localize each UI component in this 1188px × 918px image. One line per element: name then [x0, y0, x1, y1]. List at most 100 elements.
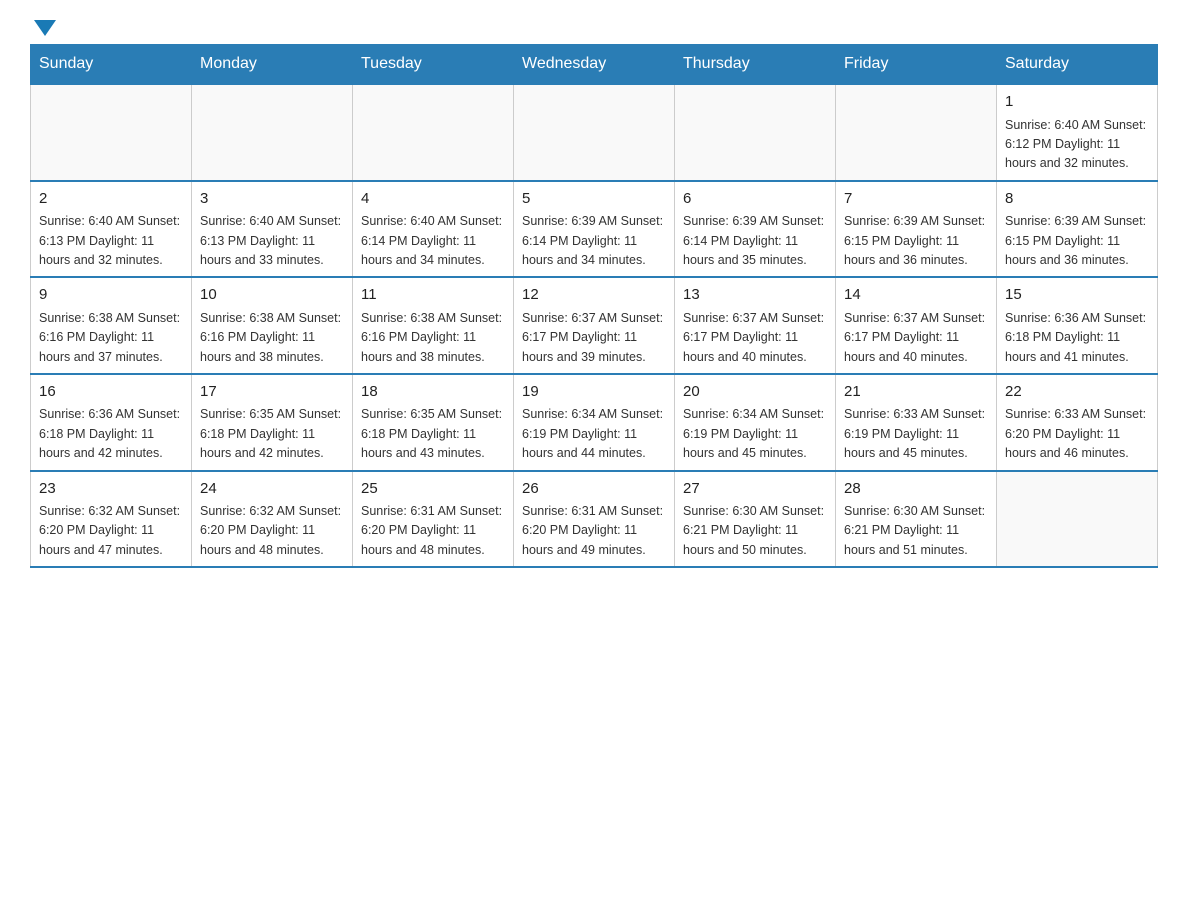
day-number: 12 [522, 284, 666, 307]
calendar-cell: 2Sunrise: 6:40 AM Sunset: 6:13 PM Daylig… [31, 181, 192, 278]
day-info: Sunrise: 6:32 AM Sunset: 6:20 PM Dayligh… [200, 502, 344, 560]
day-info: Sunrise: 6:36 AM Sunset: 6:18 PM Dayligh… [39, 405, 183, 463]
calendar-cell: 11Sunrise: 6:38 AM Sunset: 6:16 PM Dayli… [353, 277, 514, 374]
calendar-cell: 5Sunrise: 6:39 AM Sunset: 6:14 PM Daylig… [514, 181, 675, 278]
day-number: 3 [200, 188, 344, 211]
calendar-table: SundayMondayTuesdayWednesdayThursdayFrid… [30, 44, 1158, 568]
day-info: Sunrise: 6:30 AM Sunset: 6:21 PM Dayligh… [683, 502, 827, 560]
calendar-cell: 24Sunrise: 6:32 AM Sunset: 6:20 PM Dayli… [192, 471, 353, 568]
day-info: Sunrise: 6:37 AM Sunset: 6:17 PM Dayligh… [683, 309, 827, 367]
day-of-week-header: Sunday [31, 45, 192, 85]
calendar-cell: 16Sunrise: 6:36 AM Sunset: 6:18 PM Dayli… [31, 374, 192, 471]
calendar-cell: 8Sunrise: 6:39 AM Sunset: 6:15 PM Daylig… [997, 181, 1158, 278]
day-of-week-header: Thursday [675, 45, 836, 85]
day-number: 16 [39, 381, 183, 404]
day-number: 24 [200, 478, 344, 501]
day-info: Sunrise: 6:35 AM Sunset: 6:18 PM Dayligh… [200, 405, 344, 463]
day-number: 17 [200, 381, 344, 404]
day-info: Sunrise: 6:40 AM Sunset: 6:13 PM Dayligh… [200, 212, 344, 270]
day-number: 21 [844, 381, 988, 404]
day-number: 4 [361, 188, 505, 211]
day-number: 6 [683, 188, 827, 211]
day-info: Sunrise: 6:35 AM Sunset: 6:18 PM Dayligh… [361, 405, 505, 463]
calendar-cell [192, 84, 353, 181]
calendar-cell: 7Sunrise: 6:39 AM Sunset: 6:15 PM Daylig… [836, 181, 997, 278]
calendar-cell [836, 84, 997, 181]
calendar-cell: 27Sunrise: 6:30 AM Sunset: 6:21 PM Dayli… [675, 471, 836, 568]
calendar-cell: 17Sunrise: 6:35 AM Sunset: 6:18 PM Dayli… [192, 374, 353, 471]
calendar-cell: 21Sunrise: 6:33 AM Sunset: 6:19 PM Dayli… [836, 374, 997, 471]
calendar-cell: 13Sunrise: 6:37 AM Sunset: 6:17 PM Dayli… [675, 277, 836, 374]
calendar-week-row: 1Sunrise: 6:40 AM Sunset: 6:12 PM Daylig… [31, 84, 1158, 181]
day-number: 28 [844, 478, 988, 501]
day-info: Sunrise: 6:34 AM Sunset: 6:19 PM Dayligh… [522, 405, 666, 463]
day-info: Sunrise: 6:39 AM Sunset: 6:15 PM Dayligh… [844, 212, 988, 270]
day-info: Sunrise: 6:37 AM Sunset: 6:17 PM Dayligh… [844, 309, 988, 367]
calendar-cell [675, 84, 836, 181]
day-number: 9 [39, 284, 183, 307]
calendar-cell [514, 84, 675, 181]
calendar-header-row: SundayMondayTuesdayWednesdayThursdayFrid… [31, 45, 1158, 85]
day-of-week-header: Saturday [997, 45, 1158, 85]
calendar-week-row: 9Sunrise: 6:38 AM Sunset: 6:16 PM Daylig… [31, 277, 1158, 374]
day-info: Sunrise: 6:34 AM Sunset: 6:19 PM Dayligh… [683, 405, 827, 463]
calendar-cell: 9Sunrise: 6:38 AM Sunset: 6:16 PM Daylig… [31, 277, 192, 374]
day-number: 26 [522, 478, 666, 501]
calendar-cell: 23Sunrise: 6:32 AM Sunset: 6:20 PM Dayli… [31, 471, 192, 568]
calendar-cell [31, 84, 192, 181]
day-info: Sunrise: 6:38 AM Sunset: 6:16 PM Dayligh… [39, 309, 183, 367]
day-number: 1 [1005, 91, 1149, 114]
day-number: 2 [39, 188, 183, 211]
calendar-cell: 6Sunrise: 6:39 AM Sunset: 6:14 PM Daylig… [675, 181, 836, 278]
logo-triangle-icon [34, 20, 56, 36]
calendar-week-row: 23Sunrise: 6:32 AM Sunset: 6:20 PM Dayli… [31, 471, 1158, 568]
calendar-cell: 1Sunrise: 6:40 AM Sunset: 6:12 PM Daylig… [997, 84, 1158, 181]
day-of-week-header: Tuesday [353, 45, 514, 85]
calendar-cell [997, 471, 1158, 568]
day-number: 20 [683, 381, 827, 404]
calendar-cell: 4Sunrise: 6:40 AM Sunset: 6:14 PM Daylig… [353, 181, 514, 278]
calendar-cell: 18Sunrise: 6:35 AM Sunset: 6:18 PM Dayli… [353, 374, 514, 471]
page-header [30, 20, 1158, 34]
day-info: Sunrise: 6:40 AM Sunset: 6:14 PM Dayligh… [361, 212, 505, 270]
calendar-cell: 15Sunrise: 6:36 AM Sunset: 6:18 PM Dayli… [997, 277, 1158, 374]
logo [30, 20, 56, 34]
day-info: Sunrise: 6:38 AM Sunset: 6:16 PM Dayligh… [200, 309, 344, 367]
day-info: Sunrise: 6:31 AM Sunset: 6:20 PM Dayligh… [361, 502, 505, 560]
calendar-cell [353, 84, 514, 181]
day-number: 8 [1005, 188, 1149, 211]
day-of-week-header: Wednesday [514, 45, 675, 85]
calendar-cell: 25Sunrise: 6:31 AM Sunset: 6:20 PM Dayli… [353, 471, 514, 568]
day-number: 7 [844, 188, 988, 211]
day-number: 10 [200, 284, 344, 307]
calendar-cell: 19Sunrise: 6:34 AM Sunset: 6:19 PM Dayli… [514, 374, 675, 471]
day-number: 18 [361, 381, 505, 404]
day-info: Sunrise: 6:31 AM Sunset: 6:20 PM Dayligh… [522, 502, 666, 560]
day-info: Sunrise: 6:39 AM Sunset: 6:14 PM Dayligh… [522, 212, 666, 270]
day-info: Sunrise: 6:39 AM Sunset: 6:15 PM Dayligh… [1005, 212, 1149, 270]
calendar-cell: 3Sunrise: 6:40 AM Sunset: 6:13 PM Daylig… [192, 181, 353, 278]
calendar-cell: 28Sunrise: 6:30 AM Sunset: 6:21 PM Dayli… [836, 471, 997, 568]
day-number: 5 [522, 188, 666, 211]
day-info: Sunrise: 6:33 AM Sunset: 6:20 PM Dayligh… [1005, 405, 1149, 463]
calendar-week-row: 16Sunrise: 6:36 AM Sunset: 6:18 PM Dayli… [31, 374, 1158, 471]
day-number: 11 [361, 284, 505, 307]
day-number: 13 [683, 284, 827, 307]
calendar-cell: 20Sunrise: 6:34 AM Sunset: 6:19 PM Dayli… [675, 374, 836, 471]
day-number: 25 [361, 478, 505, 501]
day-info: Sunrise: 6:33 AM Sunset: 6:19 PM Dayligh… [844, 405, 988, 463]
day-of-week-header: Friday [836, 45, 997, 85]
day-number: 15 [1005, 284, 1149, 307]
calendar-week-row: 2 Sunrise: 6:40 AM Sunset: 6:13 PM Daylig… [31, 181, 1158, 278]
day-number: 14 [844, 284, 988, 307]
calendar-cell: 10Sunrise: 6:38 AM Sunset: 6:16 PM Dayli… [192, 277, 353, 374]
day-info: Sunrise: 6:36 AM Sunset: 6:18 PM Dayligh… [1005, 309, 1149, 367]
calendar-cell: 26Sunrise: 6:31 AM Sunset: 6:20 PM Dayli… [514, 471, 675, 568]
day-of-week-header: Monday [192, 45, 353, 85]
day-info: Sunrise: 6:37 AM Sunset: 6:17 PM Dayligh… [522, 309, 666, 367]
day-number: 22 [1005, 381, 1149, 404]
day-info: Sunrise: 6:32 AM Sunset: 6:20 PM Dayligh… [39, 502, 183, 560]
day-number: 27 [683, 478, 827, 501]
day-info: Sunrise: 6:39 AM Sunset: 6:14 PM Dayligh… [683, 212, 827, 270]
day-info: Sunrise: 6:40 AM Sunset: 6:12 PM Dayligh… [1005, 116, 1149, 174]
